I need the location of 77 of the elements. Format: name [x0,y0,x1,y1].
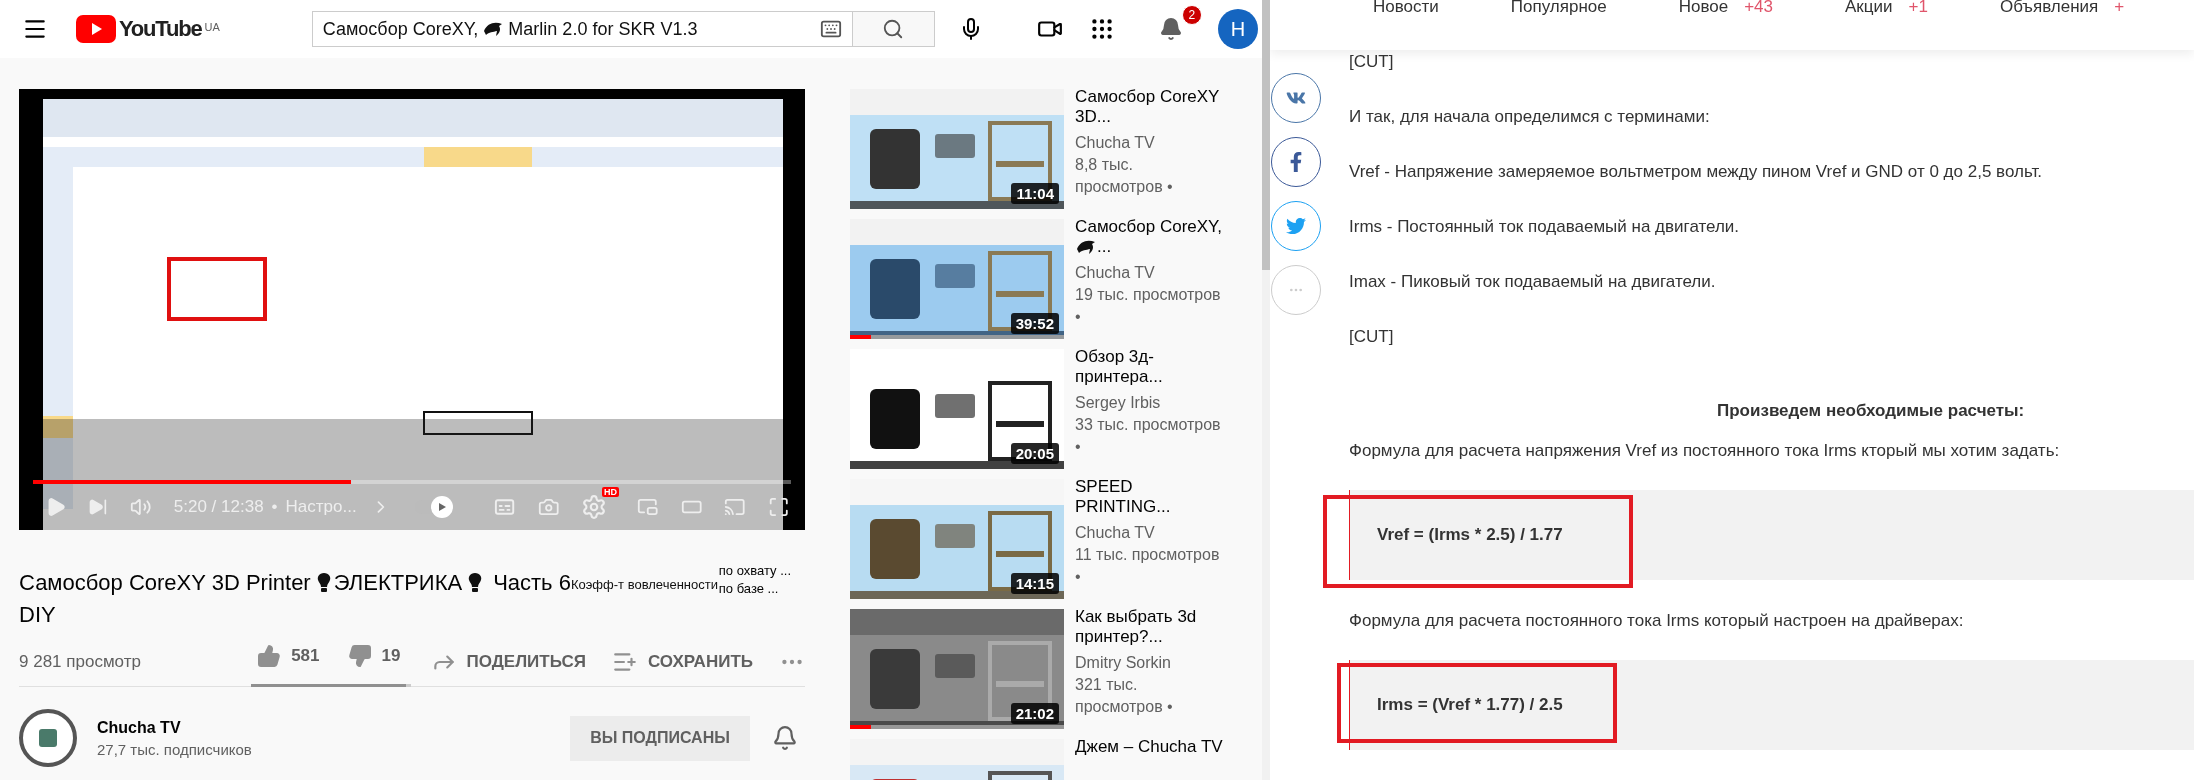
save-button[interactable]: СОХРАНИТЬ [612,649,753,675]
lightbulb-icon [316,572,331,594]
duration-badge: 20:05 [1010,443,1059,464]
view-count: 11 тыс. просмотров • [1075,545,1221,587]
thumbs-down-icon [347,644,372,668]
view-count: 9 281 просмотр [19,652,142,672]
view-count: 33 тыс. просмотров • [1075,415,1222,457]
view-count: 8,8 тыс. просмотров • [1075,155,1174,197]
video-title[interactable]: Самосбор CoreXY 3D... [1075,87,1225,127]
extension-label: Коэфф-т вовлеченности [570,576,718,594]
dislike-button[interactable]: 19 [347,644,401,668]
lightbulb-icon [468,572,483,594]
article-paragraph: Формула для расчета напряжения Vref из постоянного тока Irms кторый мы хотим задать: [1349,440,2061,462]
vk-share-button[interactable] [1271,73,1321,123]
video-title: ЭЛЕКТРИКА [333,569,463,597]
bell-icon[interactable] [772,725,798,751]
duration-badge: 39:52 [1010,313,1059,334]
video-title: Самосбор CoreXY 3D Printer [19,569,311,597]
notification-badge: 2 [1181,5,1202,25]
channel-name: Chucha TV [1075,133,1156,153]
view-count: 321 тыс. просмотров • [1075,675,1174,717]
nav-link[interactable]: Акции +1 [1845,0,1928,16]
article-paragraph: Vref - Напряжение замеряемое вольтметром между пином Vref и GND от 0 до 2,5 вольт. [1349,161,2044,183]
account-avatar[interactable]: H [1218,9,1258,49]
channel-name: Chucha TV [1075,263,1156,283]
article-paragraph: Формула для расчета постоянного тока Irms который настроен на драйверах: [1349,610,1965,632]
youtube-logo[interactable]: YouTube$^{UA}$ [76,15,220,43]
search-button[interactable] [851,11,935,47]
progress-bar[interactable] [33,480,791,484]
formula-text: Vref = (Irms * 2.5) / 1.77 [1377,525,1563,545]
video-title[interactable]: Самосбор CoreXY, [1075,217,1222,237]
article-paragraph: И так, для начала определимся с терминами: [1349,106,1711,128]
twitter-icon [1286,216,1306,236]
video-title: DIY [19,602,56,627]
channel-name: Chucha TV [1075,523,1156,543]
channel-name: Dmitry Sorkin [1075,653,1172,673]
keyboard-icon[interactable] [819,18,842,40]
settings-icon[interactable] [581,494,608,520]
share-button[interactable]: ПОДЕЛИТЬСЯ [430,649,586,675]
article-paragraph: Imax - Пиковый ток подаваемый на двигатели. [1349,271,1717,293]
search-icon [882,18,905,40]
article-paragraph: [CUT] [1349,326,1395,348]
article-paragraph: [CUT] [1349,51,1395,73]
nav-link[interactable]: Популярное [1510,0,1607,16]
extension-text: по охвату ... [718,562,791,580]
nav-link[interactable]: Новое +43 [1678,0,1774,16]
play-icon [436,502,447,512]
twitter-share-button[interactable] [1271,201,1321,251]
duration-badge: 11:04 [1011,183,1059,204]
channel-name: Sergey Irbis [1075,393,1162,413]
nav-link[interactable]: Новости [1373,0,1439,16]
duration-badge: 21:02 [1010,703,1059,724]
thumbs-up-icon [257,644,282,668]
subscriber-count: 27,7 тыс. подписчиков [97,740,252,758]
video-title[interactable]: ... [1097,237,1112,257]
channel-name[interactable]: Chucha TV [97,718,252,737]
like-button[interactable]: 581 [257,644,320,668]
video-title[interactable]: SPEED PRINTING... [1075,477,1225,517]
view-count: 19 тыс. просмотров • [1075,285,1222,327]
scrollbar-thumb[interactable] [1262,0,1270,270]
nav-link[interactable]: Объявления + [1999,0,2125,16]
video-title[interactable]: Обзор 3д-принтера... [1075,347,1225,387]
extension-text: по базе ... [718,580,780,598]
article-paragraph: Irms - Постоянный ток подаваемый на двигатели. [1349,216,1741,238]
video-title[interactable]: Джем – Chucha TV [1075,737,1223,757]
facebook-share-button[interactable] [1271,137,1321,187]
search-field[interactable]: Самосбор CoreXY, Marlin 2.0 for SKR V1.3 [311,11,852,47]
separator: • [271,497,278,517]
video-title[interactable]: Как выбрать 3d принтер?... [1075,607,1225,647]
formula-text: Irms = (Vref * 1.77) / 2.5 [1377,695,1563,715]
video-title: Часть 6 [493,569,571,597]
subscribe-button[interactable]: ВЫ ПОДПИСАНЫ [570,715,750,761]
channel-avatar[interactable] [19,709,77,767]
bell-icon[interactable] [1158,17,1183,41]
article-heading: Произведем необходимые расчеты: [1717,400,2026,422]
duration-badge: 14:15 [1010,573,1059,594]
hd-badge: HD [602,487,620,497]
